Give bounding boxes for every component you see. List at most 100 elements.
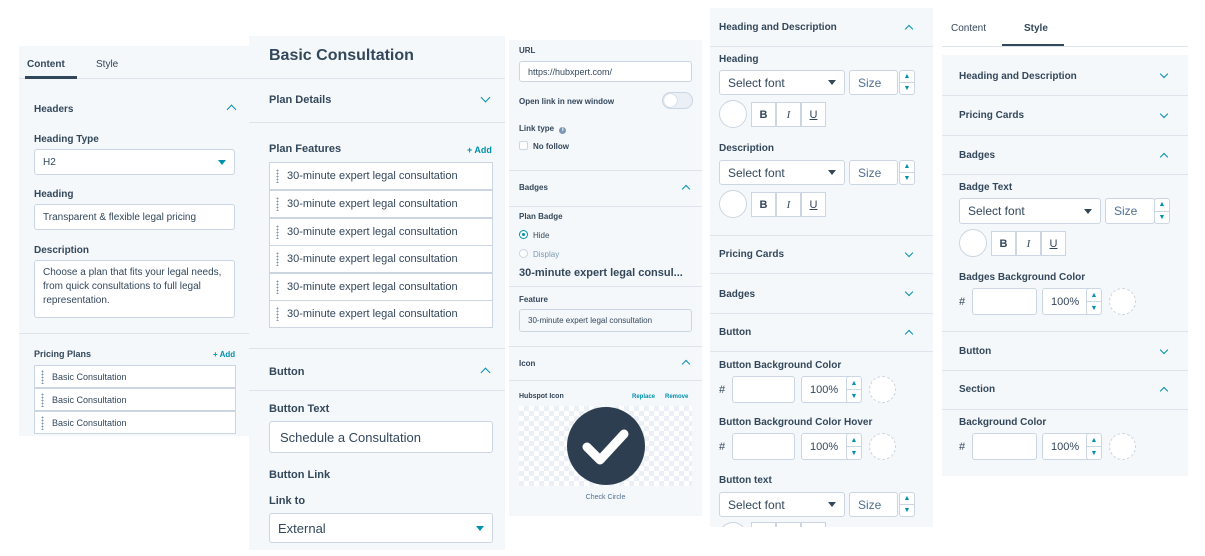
description-size-stepper[interactable]: ▲ ▼ — [899, 160, 915, 185]
expand-chevron-icon[interactable] — [480, 92, 491, 103]
badges-title[interactable]: Badges — [719, 289, 755, 300]
drag-handle-icon[interactable] — [276, 169, 279, 183]
bold-button[interactable]: B — [751, 102, 776, 127]
expand-chevron-icon[interactable] — [1159, 109, 1169, 119]
hd-section-title[interactable]: Heading and Description — [719, 22, 837, 33]
tab-content[interactable]: Content — [27, 59, 65, 70]
plan-row[interactable]: Basic Consultation — [34, 365, 236, 388]
tab-style[interactable]: Style — [96, 59, 118, 70]
bg-hex-input[interactable] — [972, 433, 1037, 460]
underline-button[interactable]: U — [1041, 231, 1066, 256]
badges-bg-hex-input[interactable] — [972, 288, 1037, 315]
italic-button[interactable]: I — [1016, 231, 1041, 256]
heading-color-swatch[interactable] — [719, 100, 747, 128]
headers-section-title[interactable]: Headers — [34, 104, 73, 115]
expand-chevron-icon[interactable] — [904, 248, 914, 258]
heading-size-input[interactable]: Size — [849, 70, 898, 95]
tab-style[interactable]: Style — [1024, 23, 1048, 34]
no-follow-checkbox[interactable] — [519, 141, 528, 150]
heading-font-select[interactable]: Select font — [719, 70, 845, 95]
drag-handle-icon[interactable] — [276, 307, 279, 321]
no-follow-label[interactable]: No follow — [533, 142, 569, 151]
drag-handle-icon[interactable] — [41, 415, 44, 430]
underline-button[interactable]: U — [801, 192, 826, 217]
link-to-select[interactable]: External — [269, 513, 493, 543]
description-font-select[interactable]: Select font — [719, 160, 845, 185]
collapse-chevron-icon[interactable] — [1159, 152, 1169, 162]
collapse-chevron-icon[interactable] — [904, 24, 914, 34]
underline-button[interactable]: U — [801, 102, 826, 127]
hd-title[interactable]: Heading and Description — [959, 71, 1077, 82]
badges-title[interactable]: Badges — [959, 150, 995, 161]
btn-bg-hover-opacity-stepper[interactable]: ▲ ▼ — [846, 433, 862, 460]
icon-section-title[interactable]: Icon — [519, 359, 535, 368]
tab-content[interactable]: Content — [951, 23, 986, 34]
drag-handle-icon[interactable] — [276, 225, 279, 239]
italic-button[interactable]: I — [776, 192, 801, 217]
plan-details-title[interactable]: Plan Details — [269, 94, 331, 106]
radio-hide[interactable] — [519, 230, 528, 239]
open-new-window-toggle[interactable] — [662, 92, 693, 109]
feature-input[interactable]: 30-minute expert legal consultation — [519, 309, 692, 332]
radio-hide-label[interactable]: Hide — [533, 231, 549, 240]
badge-font-select[interactable]: Select font — [959, 198, 1101, 224]
description-color-swatch[interactable] — [719, 190, 747, 218]
radio-display[interactable] — [519, 249, 528, 258]
bold-button[interactable]: B — [751, 192, 776, 217]
button-title[interactable]: Button — [719, 327, 751, 338]
collapse-chevron-icon[interactable] — [681, 184, 691, 194]
drag-handle-icon[interactable] — [41, 392, 44, 407]
description-size-input[interactable]: Size — [849, 160, 898, 185]
drag-handle-icon[interactable] — [276, 280, 279, 294]
italic-button[interactable]: I — [776, 102, 801, 127]
info-icon[interactable]: i — [559, 127, 567, 134]
bold-button[interactable] — [751, 522, 776, 527]
add-plan-button[interactable]: + Add — [213, 350, 235, 359]
btn-bg-opacity-stepper[interactable]: ▲ ▼ — [846, 376, 862, 403]
collapse-chevron-icon[interactable] — [226, 104, 237, 115]
remove-icon-button[interactable]: Remove — [665, 394, 688, 400]
drag-handle-icon[interactable] — [276, 252, 279, 266]
btn-text-color-swatch[interactable] — [719, 522, 747, 527]
collapse-chevron-icon[interactable] — [480, 367, 491, 378]
plan-row[interactable]: Basic Consultation — [34, 411, 236, 434]
radio-display-label[interactable]: Display — [533, 250, 559, 259]
button-section-title[interactable]: Button — [269, 366, 304, 378]
pricing-cards-title[interactable]: Pricing Cards — [719, 249, 784, 260]
italic-button[interactable] — [776, 522, 801, 527]
feature-row[interactable]: 30-minute expert legal consultation — [269, 273, 493, 301]
feature-row[interactable]: 30-minute expert legal consultation — [269, 218, 493, 246]
heading-input[interactable]: Transparent & flexible legal pricing — [34, 204, 235, 230]
btn-bg-hover-hex-input[interactable] — [732, 433, 795, 460]
badges-section-title[interactable]: Badges — [519, 183, 548, 192]
btn-text-font-select[interactable]: Select font — [719, 492, 845, 517]
bg-opacity-stepper[interactable]: ▲ ▼ — [1086, 433, 1102, 460]
underline-button[interactable] — [801, 522, 826, 527]
badge-size-stepper[interactable]: ▲ ▼ — [1154, 198, 1170, 224]
btn-bg-hover-color-swatch[interactable] — [869, 433, 896, 460]
badge-color-swatch[interactable] — [959, 229, 987, 257]
heading-size-stepper[interactable]: ▲ ▼ — [899, 70, 915, 95]
replace-icon-button[interactable]: Replace — [632, 394, 655, 400]
btn-bg-hex-input[interactable] — [732, 376, 795, 403]
icon-preview[interactable] — [519, 406, 692, 486]
url-input[interactable]: https://hubxpert.com/ — [519, 61, 692, 82]
collapse-chevron-icon[interactable] — [681, 359, 691, 369]
btn-text-size-input[interactable]: Size — [849, 492, 898, 517]
feature-row[interactable]: 30-minute expert legal consultation — [269, 162, 493, 190]
collapse-chevron-icon[interactable] — [904, 329, 914, 339]
button-title[interactable]: Button — [959, 346, 991, 357]
heading-type-select[interactable]: H2 — [34, 149, 235, 175]
add-feature-button[interactable]: + Add — [467, 145, 492, 155]
bold-button[interactable]: B — [991, 231, 1016, 256]
badges-bg-color-swatch[interactable] — [1109, 288, 1136, 315]
description-textarea[interactable]: Choose a plan that fits your legal needs… — [34, 260, 235, 318]
collapse-chevron-icon[interactable] — [1159, 386, 1169, 396]
bg-color-swatch[interactable] — [1109, 433, 1136, 460]
btn-bg-color-swatch[interactable] — [869, 376, 896, 403]
plan-row[interactable]: Basic Consultation — [34, 388, 236, 411]
btn-text-size-stepper[interactable]: ▲ ▼ — [899, 492, 915, 517]
section-title[interactable]: Section — [959, 384, 995, 395]
feature-row[interactable]: 30-minute expert legal consultation — [269, 190, 493, 218]
feature-row[interactable]: 30-minute expert legal consultation — [269, 245, 493, 273]
